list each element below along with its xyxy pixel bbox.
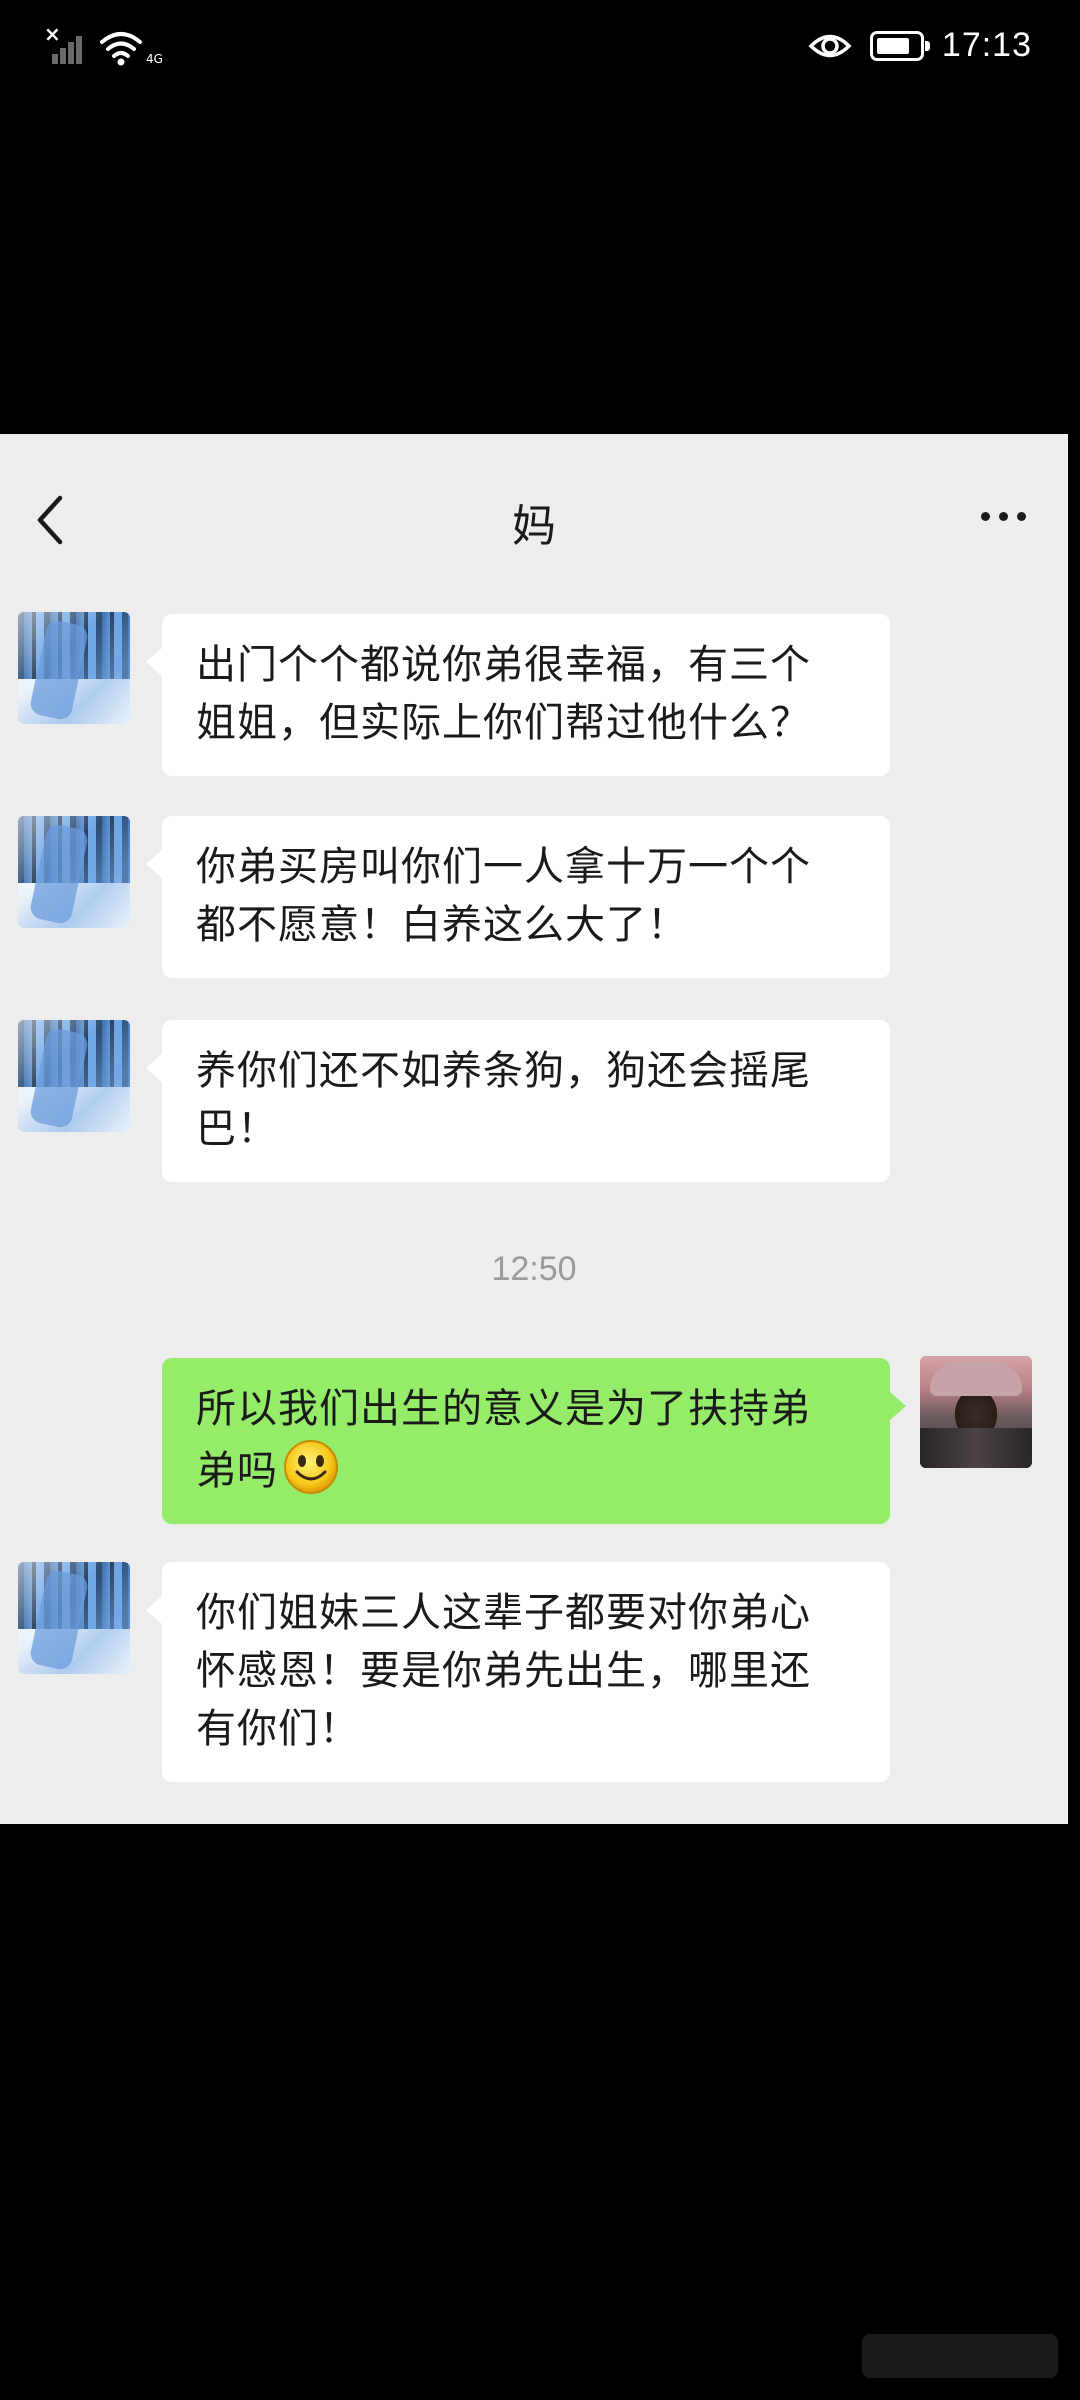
message-bubble-incoming[interactable]: 养你们还不如养条狗，狗还会摇尾 巴！ — [146, 1020, 890, 1182]
message-line: 有你们！ — [196, 1706, 360, 1752]
watermark — [862, 2334, 1058, 2378]
message-text: 弟吗 — [196, 1448, 278, 1494]
no-sim-signal-icon: × — [44, 22, 84, 68]
status-bar: × 4G 17:13 — [0, 0, 1080, 100]
status-bar-right: 17:13 — [808, 26, 1032, 65]
message-bubble-outgoing[interactable]: 所以我们出生的意义是为了扶持弟 弟吗 — [162, 1358, 906, 1524]
message-bubble-incoming[interactable]: 你弟买房叫你们一人拿十万一个个 都不愿意！白养这么大了！ — [146, 816, 890, 978]
message-line: 你弟买房叫你们一人拿十万一个个 — [196, 844, 811, 890]
message-line: 都不愿意！白养这么大了！ — [196, 902, 688, 948]
message-line: 怀感恩！要是你弟先出生，哪里还 — [196, 1648, 811, 1694]
chat-header: 妈 — [0, 434, 1068, 604]
smile-emoji-icon — [284, 1440, 338, 1494]
network-type-label: 4G — [146, 52, 163, 66]
message-line: 姐姐，但实际上你们帮过他什么？ — [196, 700, 811, 746]
contact-avatar[interactable] — [18, 1020, 130, 1132]
more-options-icon[interactable] — [981, 512, 1026, 521]
battery-level — [876, 37, 909, 54]
chat-title: 妈 — [512, 501, 556, 552]
message-line: 巴！ — [196, 1106, 278, 1152]
message-line: 你们姐妹三人这辈子都要对你弟心 — [196, 1590, 811, 1636]
chat-screen: 妈 出门个个都说你弟很幸福，有三个 姐姐，但实际上你们帮过他什么？ 你弟买房叫你… — [0, 434, 1068, 1824]
status-time: 17:13 — [941, 26, 1032, 64]
message-line: 养你们还不如养条狗，狗还会摇尾 — [196, 1048, 811, 1094]
contact-avatar[interactable] — [18, 816, 130, 928]
eye-icon — [808, 34, 852, 57]
message-bubble-incoming[interactable]: 你们姐妹三人这辈子都要对你弟心 怀感恩！要是你弟先出生，哪里还 有你们！ — [146, 1562, 890, 1782]
battery-icon — [869, 30, 930, 61]
contact-avatar[interactable] — [18, 1562, 130, 1674]
message-bubble-incoming[interactable]: 出门个个都说你弟很幸福，有三个 姐姐，但实际上你们帮过他什么？ — [146, 614, 890, 776]
message-timestamp: 12:50 — [491, 1250, 577, 1288]
status-bar-left: × 4G — [44, 22, 163, 68]
user-avatar[interactable] — [920, 1356, 1032, 1468]
wifi-icon — [100, 32, 142, 66]
contact-avatar[interactable] — [18, 612, 130, 724]
message-line: 所以我们出生的意义是为了扶持弟 — [196, 1386, 811, 1432]
message-line-with-emoji: 弟吗 — [196, 1438, 860, 1500]
message-line: 出门个个都说你弟很幸福，有三个 — [196, 642, 811, 688]
